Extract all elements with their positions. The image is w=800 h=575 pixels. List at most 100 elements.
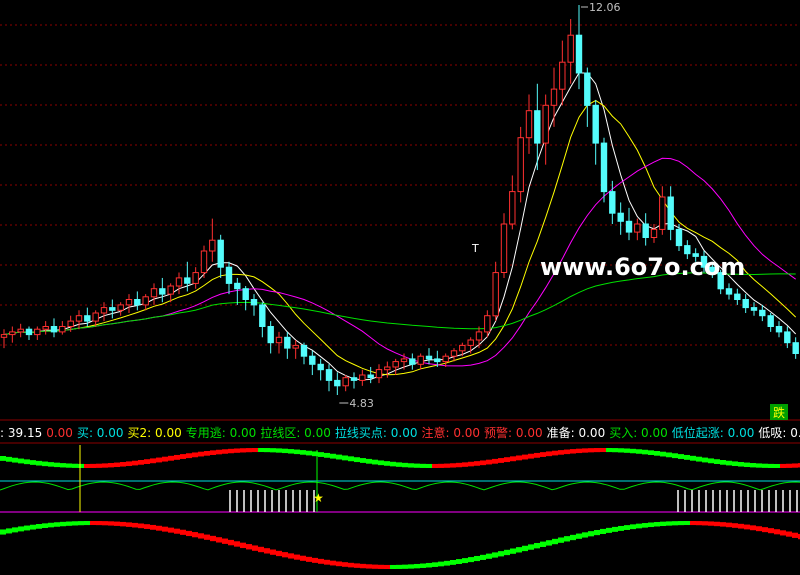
osc-lower-step <box>342 562 348 567</box>
candle-body <box>109 307 116 311</box>
osc-upper-step <box>192 452 198 458</box>
osc-lower-step <box>366 564 372 569</box>
osc-lower-step <box>270 549 276 555</box>
marker-t-label: T <box>471 242 479 255</box>
candle <box>250 294 258 316</box>
candle-body <box>434 358 441 363</box>
osc-lower-step <box>618 525 624 531</box>
osc-lower-step <box>522 545 528 552</box>
osc-upper-step <box>696 456 702 462</box>
osc-lower-step <box>30 524 36 530</box>
osc-lower-step <box>708 521 714 526</box>
osc-upper-step <box>72 463 78 468</box>
candle <box>234 277 241 305</box>
osc-upper-step <box>360 458 366 463</box>
indicator-item: 拉线买点: 0.00 <box>334 426 418 440</box>
osc-upper-step <box>126 461 132 467</box>
osc-upper-step <box>156 457 162 463</box>
candle-body <box>367 374 374 379</box>
ma-line-60 <box>3 272 796 336</box>
osc-upper-step <box>240 448 246 453</box>
osc-lower-step <box>636 523 642 529</box>
osc-lower-step <box>684 521 690 526</box>
candle <box>150 283 158 305</box>
osc-lower-step <box>420 563 426 568</box>
osc-lower-step <box>318 558 324 564</box>
candle-body <box>450 350 458 357</box>
osc-lower-step <box>336 561 342 567</box>
osc-upper-step <box>708 458 714 464</box>
osc-lower-step <box>246 544 252 550</box>
candle-body <box>300 344 308 357</box>
osc-upper-step <box>276 448 282 453</box>
candle-body <box>459 344 466 352</box>
candle-body <box>192 272 199 284</box>
osc-lower-step <box>474 555 480 562</box>
osc-lower-step <box>330 560 336 566</box>
osc-upper-step <box>558 450 564 455</box>
osc-upper-step <box>738 462 744 467</box>
osc-lower-step <box>258 546 264 553</box>
candle-body <box>609 191 616 214</box>
candle-body <box>267 326 274 344</box>
candle-body <box>134 299 141 306</box>
osc-upper-step <box>690 455 696 461</box>
osc-upper-step <box>300 450 306 455</box>
osc-upper-step <box>780 463 786 468</box>
candle <box>134 291 141 311</box>
indicator-item: : 39.15 <box>0 426 43 440</box>
osc-upper-step <box>114 462 120 468</box>
candle <box>25 326 33 340</box>
osc-lower-step <box>552 538 558 545</box>
osc-lower-step <box>126 522 132 527</box>
candle <box>517 126 524 203</box>
candle <box>225 261 233 295</box>
osc-lower-step <box>6 528 12 534</box>
osc-upper-step <box>258 448 264 453</box>
osc-upper-step <box>0 456 6 461</box>
candle <box>317 358 324 381</box>
osc-lower-step <box>486 553 492 559</box>
watermark-text: www.6o7o.com <box>540 253 745 281</box>
osc-upper-step <box>768 463 774 468</box>
osc-lower-step <box>426 562 432 568</box>
osc-lower-step <box>132 522 138 528</box>
osc-upper-step <box>480 460 486 466</box>
osc-lower-step <box>234 541 240 547</box>
price-high-label: 12.06 <box>589 1 621 14</box>
indicator-item: 0.00 <box>46 426 73 440</box>
osc-upper-step <box>318 452 324 457</box>
candle <box>259 302 266 338</box>
osc-lower-step <box>306 556 312 562</box>
osc-lower-step <box>354 563 360 568</box>
osc-upper-step <box>612 448 618 453</box>
osc-upper-step <box>294 449 300 455</box>
candle-body <box>50 326 58 333</box>
osc-lower-step <box>138 523 144 529</box>
osc-lower-step <box>720 522 726 527</box>
osc-lower-step <box>696 521 702 526</box>
candle-body <box>742 299 749 309</box>
osc-upper-step <box>432 463 438 468</box>
osc-lower-step <box>72 521 78 526</box>
candle <box>367 366 374 384</box>
candle-body <box>100 307 108 314</box>
candle <box>734 288 741 305</box>
candle <box>642 213 649 246</box>
osc-lower-step <box>180 529 186 535</box>
osc-upper-step <box>534 452 540 458</box>
indicator-item: 注意: 0.00 <box>421 426 481 440</box>
osc-upper-step <box>468 461 474 467</box>
candle <box>142 294 149 311</box>
osc-lower-step <box>780 530 786 536</box>
osc-upper-step <box>762 463 768 468</box>
candle <box>59 321 66 335</box>
osc-upper-step <box>150 458 156 464</box>
osc-lower-step <box>612 526 618 532</box>
osc-upper-step <box>36 460 42 466</box>
candle-body <box>442 355 449 363</box>
osc-upper-step <box>528 453 534 459</box>
candle-body <box>592 104 599 144</box>
osc-upper-step <box>462 462 468 467</box>
candle-body <box>259 304 266 327</box>
